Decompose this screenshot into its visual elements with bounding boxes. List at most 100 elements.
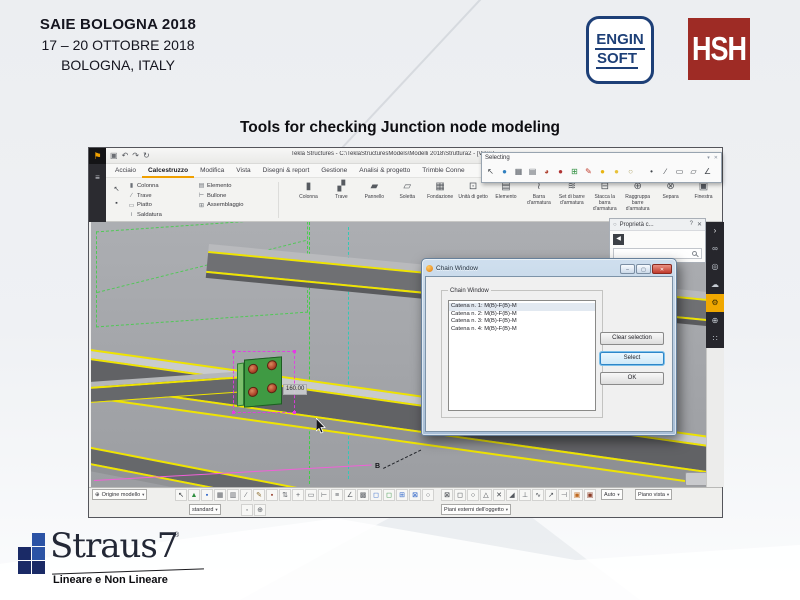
snap-angle-icon[interactable]: ∠ (344, 489, 356, 501)
filter-box-red-icon[interactable]: ▣ (584, 489, 596, 501)
copy-icon[interactable]: ⊞ (568, 164, 581, 180)
filter-wave-icon[interactable]: ∿ (532, 489, 544, 501)
stacca-barra-button[interactable]: ⊟Stacca la barra d'armatura (588, 180, 621, 212)
filter-x-icon[interactable]: ✕ (493, 489, 505, 501)
cloud-icon[interactable]: ☁ (706, 276, 724, 294)
filter-circle-icon[interactable]: ○ (467, 489, 479, 501)
grid-icon[interactable]: ▤ (526, 164, 539, 180)
snap-tree-icon[interactable]: ▲ (188, 489, 200, 501)
snap-hatch-icon[interactable]: ▩ (357, 489, 369, 501)
filter-all-icon[interactable]: ⊠ (441, 489, 453, 501)
target-icon[interactable]: ◎ (706, 258, 724, 276)
colonna-button[interactable]: ▮Colonna (292, 180, 325, 212)
bullone-item[interactable]: ⊢Bullone (198, 191, 243, 201)
separa-button[interactable]: ⊗Separa (654, 180, 687, 212)
snap-perp-icon[interactable]: ⊢ (318, 489, 330, 501)
elemento-item[interactable]: ▤Elemento (198, 181, 243, 191)
tab-gestione[interactable]: Gestione (315, 164, 353, 178)
soletta-button[interactable]: ▱Soletta (391, 180, 424, 212)
snap-green-icon[interactable]: ◻ (383, 489, 395, 501)
collapse-chevron-icon[interactable]: › (706, 222, 724, 240)
piani-esterni-dropdown[interactable]: Piani esterni dell'oggetto ▾ (441, 504, 511, 515)
undo-icon[interactable]: ↶ (122, 149, 129, 163)
snap-plus-icon[interactable]: + (292, 489, 304, 501)
chart-icon[interactable]: ◕ (540, 164, 553, 180)
snap-move-icon[interactable]: ⇅ (279, 489, 291, 501)
selection-handle[interactable] (293, 411, 296, 414)
select-mode-icon[interactable]: ↖ (175, 489, 187, 501)
snap-pen-icon[interactable]: ✎ (253, 489, 265, 501)
point-snap-icon[interactable]: • (645, 164, 658, 180)
dialog-close-icon[interactable]: ✕ (652, 264, 672, 274)
viewport-overlay-button[interactable] (685, 472, 706, 486)
selection-handle[interactable] (232, 350, 235, 353)
snap-diag-icon[interactable]: ∕ (240, 489, 252, 501)
pen-icon[interactable]: ✎ (582, 164, 595, 180)
bulb-off-icon[interactable]: ○ (624, 164, 637, 180)
clear-selection-button[interactable]: Clear selection (600, 332, 664, 345)
close-icon[interactable]: ✕ (697, 221, 702, 228)
globe-icon[interactable]: ● (498, 164, 511, 180)
set-barre-armatura-button[interactable]: ≋Set di barre d'armatura (555, 180, 588, 212)
filter-perp-icon[interactable]: ⊥ (519, 489, 531, 501)
snap-cross-icon[interactable]: ⊠ (409, 489, 421, 501)
unita-di-getto-button[interactable]: ⊡Unità di getto (457, 180, 490, 212)
snap-point-icon[interactable]: ▪ (266, 489, 278, 501)
chain-list-item[interactable]: Catena n. 4: M(B)-F(B)-M (449, 326, 595, 334)
origin-target-icon[interactable]: ⊕ (254, 504, 266, 516)
auto-dropdown[interactable]: Auto ▾ (601, 489, 623, 500)
collapse-panel-button[interactable]: ◀ (613, 234, 624, 245)
angle-snap-icon[interactable]: ∠ (701, 164, 714, 180)
point-icon[interactable]: ● (554, 164, 567, 180)
select-button[interactable]: Select (600, 352, 664, 365)
components-icon[interactable]: ▦ (512, 164, 525, 180)
chain-list-item[interactable]: Catena n. 3: M(B)-F(B)-M (449, 318, 595, 326)
save-icon[interactable]: ▣ (110, 149, 118, 163)
snap-rect-icon[interactable]: ▭ (305, 489, 317, 501)
lock-icon[interactable]: ◦ (241, 504, 253, 516)
dialog-titlebar[interactable]: Chain Window ‒▢✕ (425, 262, 673, 275)
origine-modello-dropdown[interactable]: ⊕ Origine modello ▾ (92, 489, 147, 500)
filter-arrow-icon[interactable]: ↗ (545, 489, 557, 501)
polygon-snap-icon[interactable]: ▱ (687, 164, 700, 180)
globe-icon[interactable]: ⊕ (706, 312, 724, 330)
ok-button[interactable]: OK (600, 372, 664, 385)
piano-vista-dropdown[interactable]: Piano vista ▾ (635, 489, 672, 500)
tab-acciaio[interactable]: Acciaio (109, 164, 142, 178)
apps-icon[interactable]: ∷ (706, 330, 724, 348)
tab-trimble-connect[interactable]: Trimble Conne (416, 164, 470, 178)
tab-modifica[interactable]: Modifica (194, 164, 230, 178)
tab-disegni-report[interactable]: Disegni & report (257, 164, 316, 178)
filter-tri-icon[interactable]: △ (480, 489, 492, 501)
snap-circle-icon[interactable]: ○ (422, 489, 434, 501)
standard-dropdown[interactable]: standard ▾ (189, 504, 221, 515)
chain-list-item[interactable]: Catena n. 2: M(B)-F(B)-M (449, 311, 595, 319)
chain-list-item[interactable]: Catena n. 1: M(B)-F(B)-M (449, 303, 595, 311)
rect-snap-icon[interactable]: ▭ (673, 164, 686, 180)
elemento-button[interactable]: ▤Elemento (490, 180, 523, 212)
history-icon[interactable]: ↻ (143, 149, 150, 163)
saldatura-item[interactable]: ≀Saldatura (128, 210, 162, 220)
hamburger-menu-icon[interactable]: ≡ (89, 173, 106, 182)
tab-vista[interactable]: Vista (230, 164, 256, 178)
raggruppa-barre-button[interactable]: ⊕Raggruppa barre d'armatura (621, 180, 654, 212)
tekla-flag-icon[interactable]: ⚑ (89, 148, 106, 164)
gear-icon[interactable]: ⚙ (706, 294, 724, 312)
snap-add-icon[interactable]: ⊞ (396, 489, 408, 501)
piatto-item[interactable]: ▭Piatto (128, 200, 162, 210)
trave-item[interactable]: ∕Trave (128, 191, 162, 201)
tab-calcestruzzo[interactable]: Calcestruzzo (142, 164, 194, 178)
filter-box-orange-icon[interactable]: ▣ (571, 489, 583, 501)
help-icon[interactable]: ? (690, 221, 693, 228)
filter-corner-icon[interactable]: ◢ (506, 489, 518, 501)
colonna-item[interactable]: ▮Colonna (128, 181, 162, 191)
dialog-minimize-icon[interactable]: ‒ (620, 264, 635, 274)
snap-grid-icon[interactable]: ▦ (214, 489, 226, 501)
bulb-on-icon[interactable]: ● (596, 164, 609, 180)
snap-mid-icon[interactable]: ≡ (331, 489, 343, 501)
toolbar-menu-icon[interactable]: ▾ (707, 155, 710, 161)
tab-analisi-progetto[interactable]: Analisi & progetto (353, 164, 416, 178)
toolbar-close-icon[interactable]: ✕ (714, 155, 718, 161)
redo-icon[interactable]: ↷ (132, 149, 139, 163)
dialog-maximize-icon[interactable]: ▢ (636, 264, 651, 274)
